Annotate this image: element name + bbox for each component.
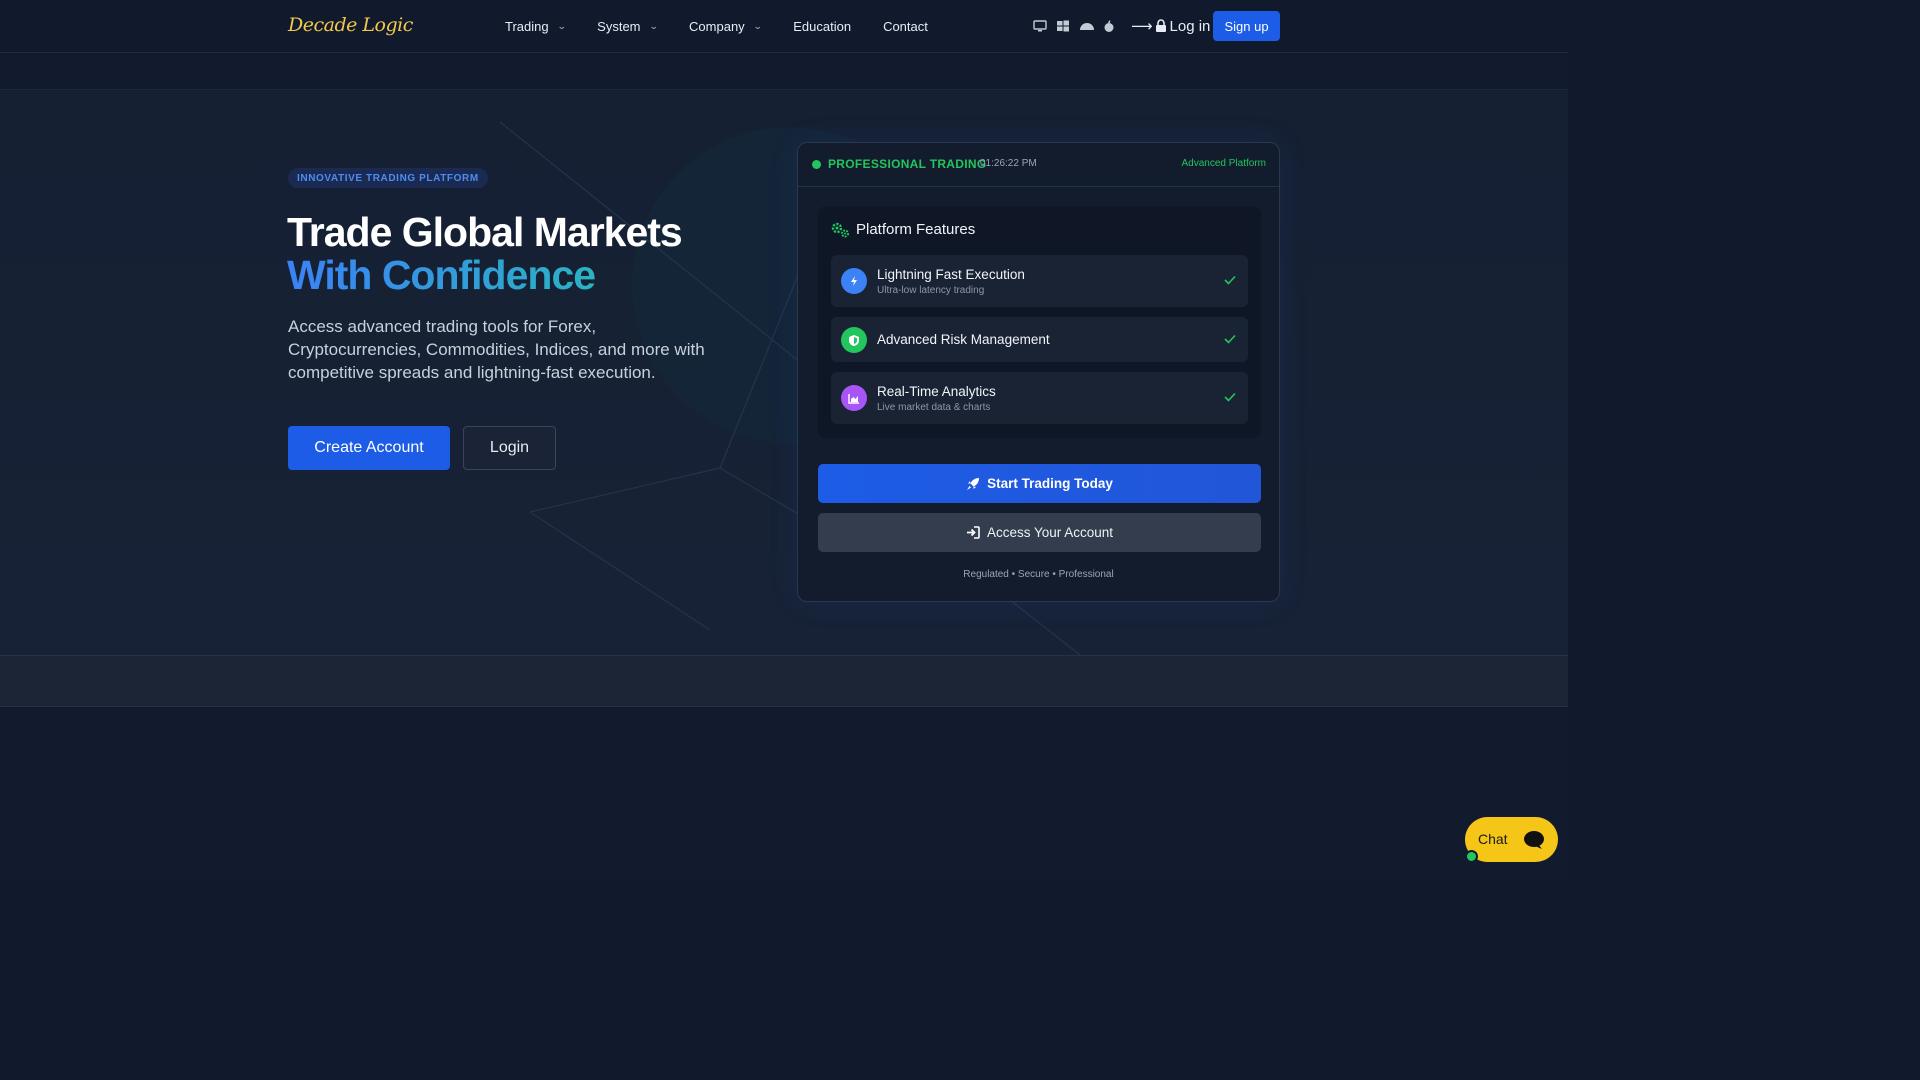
lock-icon (1155, 19, 1166, 32)
sign-in-icon (966, 526, 980, 539)
nav-trading[interactable]: Trading ⌄ (505, 19, 567, 34)
login-link[interactable]: ⟶ Log in (1131, 17, 1211, 36)
login-label: Log in (1169, 17, 1211, 35)
hero-description: Access advanced trading tools for Forex,… (288, 317, 705, 382)
feature-name: Advanced Risk Management (877, 332, 1050, 347)
nav-contact-label: Contact (883, 19, 928, 34)
nav-contact[interactable]: Contact (883, 19, 928, 34)
lower-section (0, 707, 1568, 882)
feature-item: Real-Time Analytics Live market data & c… (831, 372, 1248, 424)
chat-widget-button[interactable]: Chat (1465, 817, 1558, 862)
nav-trading-label: Trading (505, 19, 549, 34)
hero-section: INNOVATIVE TRADING PLATFORM Trade Global… (0, 90, 1568, 655)
hero-badge: INNOVATIVE TRADING PLATFORM (288, 168, 488, 188)
live-status-dot (812, 160, 821, 169)
windows-icon[interactable] (1056, 19, 1070, 33)
nav-education-label: Education (793, 19, 852, 34)
feature-item: Advanced Risk Management (831, 317, 1248, 362)
nav-menu: Trading ⌄ System ⌄ Company ⌄ Education Cont… (505, 0, 960, 53)
rocket-icon (967, 477, 980, 490)
card-footnote: Regulated • Secure • Professional (963, 569, 1114, 580)
feature-item: Lightning Fast Execution Ultra-low laten… (831, 255, 1248, 307)
hero-title-highlight: With Confidence (287, 252, 596, 298)
check-icon (1224, 275, 1236, 285)
login-button[interactable]: Login (463, 426, 556, 470)
check-icon (1224, 334, 1236, 344)
top-band (0, 53, 1568, 90)
feature-name: Lightning Fast Execution (877, 267, 1025, 282)
apple-icon[interactable] (1102, 19, 1116, 33)
nav-company[interactable]: Company ⌄ (689, 19, 763, 34)
sign-in-icon: ⟶ (1131, 18, 1153, 35)
online-status-dot (1465, 850, 1478, 863)
feature-name: Real-Time Analytics (877, 384, 996, 399)
start-trading-button[interactable]: Start Trading Today (818, 464, 1261, 503)
platform-tag: Advanced Platform (1181, 158, 1267, 169)
access-account-button[interactable]: Access Your Account (818, 513, 1261, 552)
hero-title: Trade Global Markets (287, 209, 683, 255)
feature-subtitle: Ultra-low latency trading (877, 285, 985, 296)
check-icon (1224, 392, 1236, 402)
lightning-icon (841, 268, 867, 294)
start-trading-label: Start Trading Today (987, 476, 1113, 491)
chat-label: Chat (1478, 831, 1508, 847)
nav-system-label: System (597, 19, 641, 34)
android-icon[interactable] (1079, 19, 1094, 33)
signup-button[interactable]: Sign up (1213, 11, 1280, 41)
card-header: PROFESSIONAL TRADING 01:26:22 PM Advance… (798, 143, 1279, 187)
access-account-label: Access Your Account (986, 525, 1114, 540)
top-navigation: Decade Logic Trading ⌄ System ⌄ Company ⌄ E… (0, 0, 1568, 53)
chevron-down-icon: ⌄ (752, 21, 763, 31)
gears-icon (831, 222, 849, 238)
chevron-down-icon: ⌄ (648, 21, 659, 31)
nav-company-label: Company (689, 19, 745, 34)
ticker-band (0, 655, 1568, 707)
platform-icons (1033, 19, 1125, 33)
background-decoration (499, 121, 1081, 655)
feature-subtitle: Live market data & charts (877, 402, 991, 413)
shield-icon (841, 327, 867, 353)
logo[interactable]: Decade Logic (288, 14, 413, 36)
desktop-icon[interactable] (1033, 19, 1047, 33)
chat-bubble-icon (1517, 823, 1551, 857)
clock: 01:26:22 PM (980, 158, 1037, 169)
chart-icon (841, 385, 867, 411)
features-title: Platform Features (856, 221, 976, 238)
trading-card: PROFESSIONAL TRADING 01:26:22 PM Advance… (797, 142, 1280, 602)
create-account-button[interactable]: Create Account (288, 426, 450, 470)
status-label: PROFESSIONAL TRADING (828, 157, 987, 171)
nav-system[interactable]: System ⌄ (597, 19, 659, 34)
chevron-down-icon: ⌄ (556, 21, 567, 31)
features-panel: Platform Features Lightning Fast Executi… (818, 206, 1261, 438)
nav-education[interactable]: Education (793, 19, 851, 34)
